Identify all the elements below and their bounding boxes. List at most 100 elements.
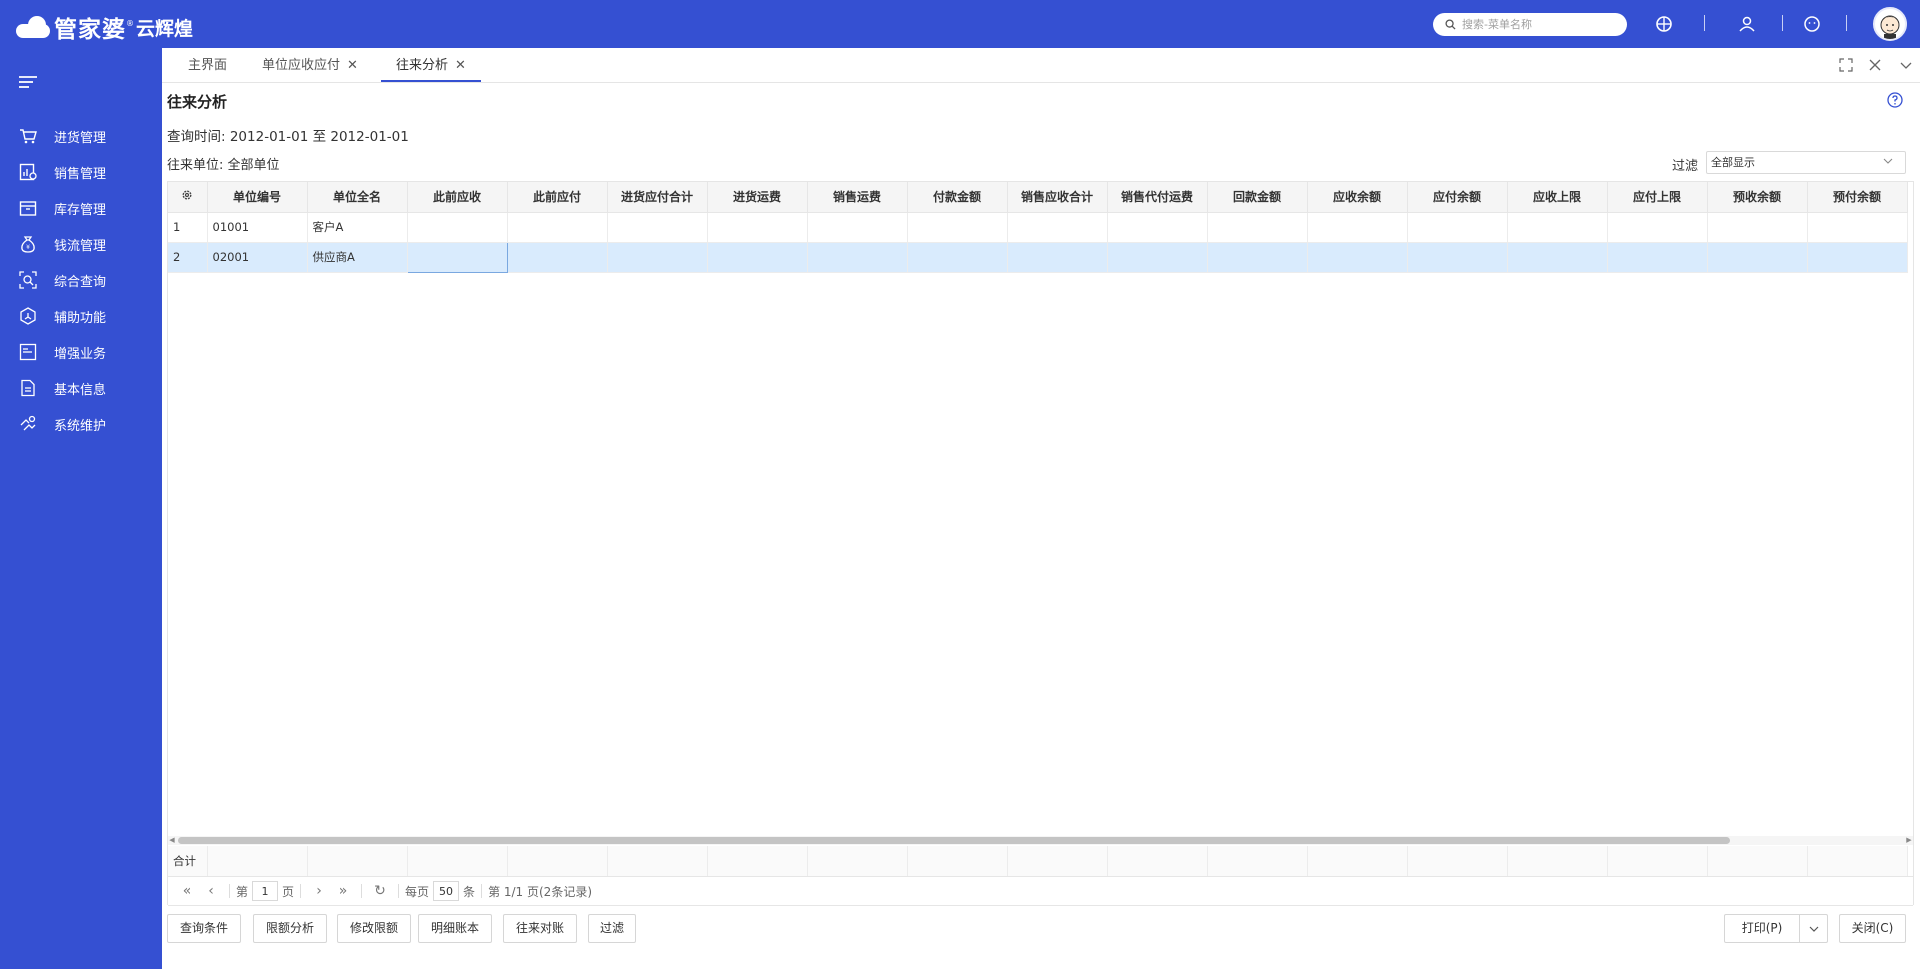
table-cell[interactable] xyxy=(1007,242,1108,273)
sidebar-item-auxiliary[interactable]: 辅助功能 xyxy=(0,298,162,334)
sidebar-item-query[interactable]: 综合查询 xyxy=(0,262,162,298)
table-cell[interactable]: 客户A xyxy=(307,212,408,243)
column-header[interactable]: 应收上限 xyxy=(1507,182,1608,213)
table-cell[interactable] xyxy=(807,212,908,243)
modify-limit-button[interactable]: 修改限额 xyxy=(337,914,411,943)
table-cell[interactable]: 供应商A xyxy=(307,242,408,273)
table-cell[interactable] xyxy=(507,212,608,243)
table-row[interactable]: 2 02001 供应商A xyxy=(168,241,1908,273)
globe-icon[interactable] xyxy=(1654,14,1674,34)
fullscreen-icon[interactable] xyxy=(1839,58,1853,72)
last-page-icon[interactable]: » xyxy=(331,883,355,899)
column-header[interactable]: 预收余额 xyxy=(1707,182,1808,213)
print-button[interactable]: 打印(P) xyxy=(1724,914,1800,943)
table-cell[interactable] xyxy=(907,212,1008,243)
column-header[interactable]: 此前应收 xyxy=(407,182,508,213)
close-all-icon[interactable] xyxy=(1868,58,1882,72)
table-cell[interactable] xyxy=(1407,212,1508,243)
table-cell[interactable] xyxy=(1807,242,1908,273)
table-cell[interactable] xyxy=(407,212,508,243)
table-cell[interactable] xyxy=(1707,212,1808,243)
reconcile-button[interactable]: 往来对账 xyxy=(503,914,577,943)
prev-page-icon[interactable]: ‹ xyxy=(199,883,223,899)
table-cell[interactable] xyxy=(707,242,808,273)
per-page-input[interactable] xyxy=(433,881,460,901)
horizontal-scrollbar[interactable]: ◀ ▶ xyxy=(168,836,1913,845)
close-button[interactable]: 关闭(C) xyxy=(1839,914,1906,943)
column-header[interactable]: 单位全名 xyxy=(307,182,408,213)
column-header[interactable]: 进货应付合计 xyxy=(607,182,708,213)
tab-unit-receivable-payable[interactable]: 单位应收应付 ✕ xyxy=(262,48,358,82)
table-cell-focused[interactable] xyxy=(406,241,508,273)
chevron-down-icon[interactable] xyxy=(1899,58,1913,72)
table-cell[interactable] xyxy=(1107,242,1208,273)
menu-search-box[interactable] xyxy=(1433,13,1627,36)
table-cell[interactable] xyxy=(907,242,1008,273)
sidebar-item-enhanced[interactable]: 增强业务 xyxy=(0,334,162,370)
column-header[interactable]: 应收余额 xyxy=(1307,182,1408,213)
column-header[interactable]: 预付余额 xyxy=(1807,182,1908,213)
user-avatar[interactable] xyxy=(1873,7,1907,41)
table-cell[interactable] xyxy=(1307,242,1408,273)
table-cell[interactable] xyxy=(1507,242,1608,273)
help-icon[interactable] xyxy=(1887,92,1903,108)
tab-main[interactable]: 主界面 xyxy=(188,48,227,82)
filter-select[interactable]: 全部显示 xyxy=(1706,151,1906,174)
tab-transaction-analysis[interactable]: 往来分析 ✕ xyxy=(381,48,481,82)
table-cell[interactable] xyxy=(807,242,908,273)
table-cell[interactable] xyxy=(1107,212,1208,243)
column-header[interactable]: 应付上限 xyxy=(1607,182,1708,213)
chat-icon[interactable] xyxy=(1802,14,1822,34)
tab-close-icon[interactable]: ✕ xyxy=(455,58,466,73)
table-cell[interactable] xyxy=(507,242,608,273)
table-cell[interactable] xyxy=(1207,242,1308,273)
column-header[interactable]: 回款金额 xyxy=(1207,182,1308,213)
query-conditions-button[interactable]: 查询条件 xyxy=(167,914,241,943)
table-cell[interactable] xyxy=(1207,212,1308,243)
table-cell[interactable] xyxy=(607,212,708,243)
menu-toggle-icon[interactable] xyxy=(18,74,38,90)
column-header[interactable]: 付款金额 xyxy=(907,182,1008,213)
limit-analysis-button[interactable]: 限额分析 xyxy=(253,914,327,943)
sidebar-item-basic-info[interactable]: 基本信息 xyxy=(0,370,162,406)
column-header[interactable]: 应付余额 xyxy=(1407,182,1508,213)
first-page-icon[interactable]: « xyxy=(175,883,199,899)
table-cell[interactable]: 02001 xyxy=(207,242,308,273)
gear-icon[interactable] xyxy=(181,189,193,201)
table-cell[interactable] xyxy=(1507,212,1608,243)
table-cell[interactable] xyxy=(1607,212,1708,243)
column-settings-cell[interactable] xyxy=(168,182,208,213)
sidebar-item-sales[interactable]: 销售管理 xyxy=(0,154,162,190)
scroll-right-arrow-icon[interactable]: ▶ xyxy=(1905,836,1913,845)
table-cell[interactable] xyxy=(707,212,808,243)
sidebar-item-inventory[interactable]: 库存管理 xyxy=(0,190,162,226)
table-cell[interactable] xyxy=(1407,242,1508,273)
scrollbar-thumb[interactable] xyxy=(178,837,1730,844)
column-header[interactable]: 销售运费 xyxy=(807,182,908,213)
detail-ledger-button[interactable]: 明细账本 xyxy=(418,914,492,943)
tab-close-icon[interactable]: ✕ xyxy=(347,58,358,73)
table-row[interactable]: 1 01001 客户A xyxy=(168,212,1908,243)
table-cell[interactable] xyxy=(1307,212,1408,243)
scroll-left-arrow-icon[interactable]: ◀ xyxy=(168,836,176,845)
column-header[interactable]: 进货运费 xyxy=(707,182,808,213)
column-header[interactable]: 销售应收合计 xyxy=(1007,182,1108,213)
table-cell[interactable] xyxy=(1707,242,1808,273)
refresh-icon[interactable]: ↻ xyxy=(368,883,392,899)
table-cell[interactable] xyxy=(1007,212,1108,243)
sidebar-item-cashflow[interactable]: ¥ 钱流管理 xyxy=(0,226,162,262)
sidebar-item-purchase[interactable]: 进货管理 xyxy=(0,118,162,154)
column-header[interactable]: 此前应付 xyxy=(507,182,608,213)
table-cell[interactable] xyxy=(607,242,708,273)
column-header[interactable]: 单位编号 xyxy=(207,182,308,213)
sidebar-item-system[interactable]: 系统维护 xyxy=(0,406,162,442)
table-cell[interactable] xyxy=(1607,242,1708,273)
table-cell[interactable]: 01001 xyxy=(207,212,308,243)
page-number-input[interactable] xyxy=(252,881,279,901)
print-dropdown-button[interactable] xyxy=(1799,914,1828,943)
table-cell[interactable] xyxy=(1807,212,1908,243)
filter-button[interactable]: 过滤 xyxy=(588,914,636,943)
next-page-icon[interactable]: › xyxy=(307,883,331,899)
user-service-icon[interactable] xyxy=(1737,14,1757,34)
search-input[interactable] xyxy=(1462,18,1612,31)
